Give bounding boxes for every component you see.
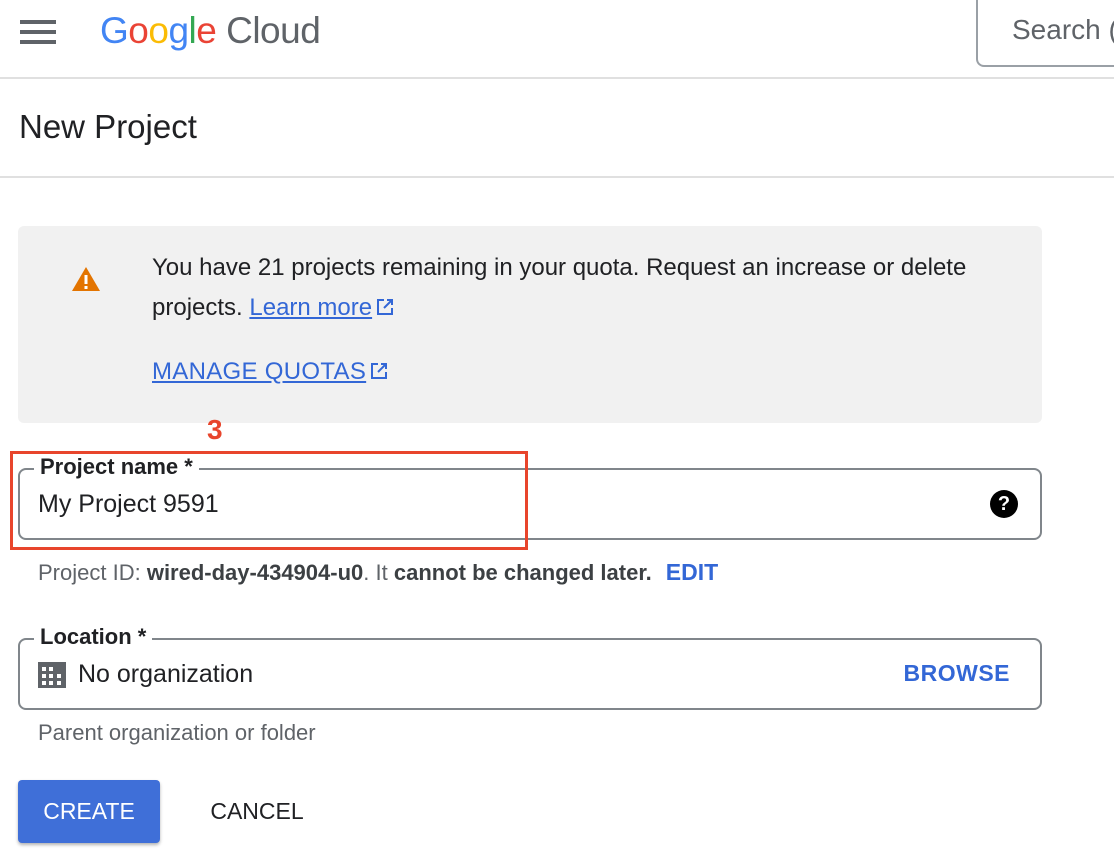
cancel-button[interactable]: CANCEL [190, 780, 324, 843]
logo-cloud: Cloud [226, 10, 321, 51]
google-cloud-logo[interactable]: Google Cloud [100, 10, 321, 52]
divider [0, 176, 1114, 178]
manage-quotas-link[interactable]: MANAGE QUOTAS [152, 358, 366, 385]
building-icon [38, 662, 66, 688]
warning-icon [72, 267, 100, 291]
external-link-icon [377, 299, 394, 315]
project-id-hint: Project ID: wired-day-434904-u0. It cann… [38, 559, 719, 585]
hamburger-icon [20, 20, 56, 24]
location-label: Location * [34, 624, 153, 650]
learn-more-link[interactable]: Learn more [249, 294, 372, 321]
location-field[interactable]: Location * No organization BROWSE [18, 624, 1042, 710]
main-menu-button[interactable] [20, 20, 56, 44]
external-link-icon [371, 363, 388, 379]
annotation-number: 3 [207, 414, 223, 445]
location-value: No organization [78, 660, 254, 688]
logo-google: Google [100, 10, 217, 51]
page-title: New Project [19, 108, 197, 145]
quota-banner: You have 21 projects remaining in your q… [18, 226, 1042, 423]
create-button[interactable]: CREATE [18, 780, 160, 843]
browse-button[interactable]: BROWSE [904, 660, 1011, 687]
top-bar: Google Cloud Search ( [0, 0, 1114, 79]
search-input[interactable]: Search ( [976, 0, 1114, 67]
edit-project-id-button[interactable]: EDIT [666, 559, 718, 585]
location-hint: Parent organization or folder [38, 720, 316, 745]
help-icon[interactable]: ? [990, 490, 1018, 518]
annotation-highlight-box [10, 451, 528, 550]
